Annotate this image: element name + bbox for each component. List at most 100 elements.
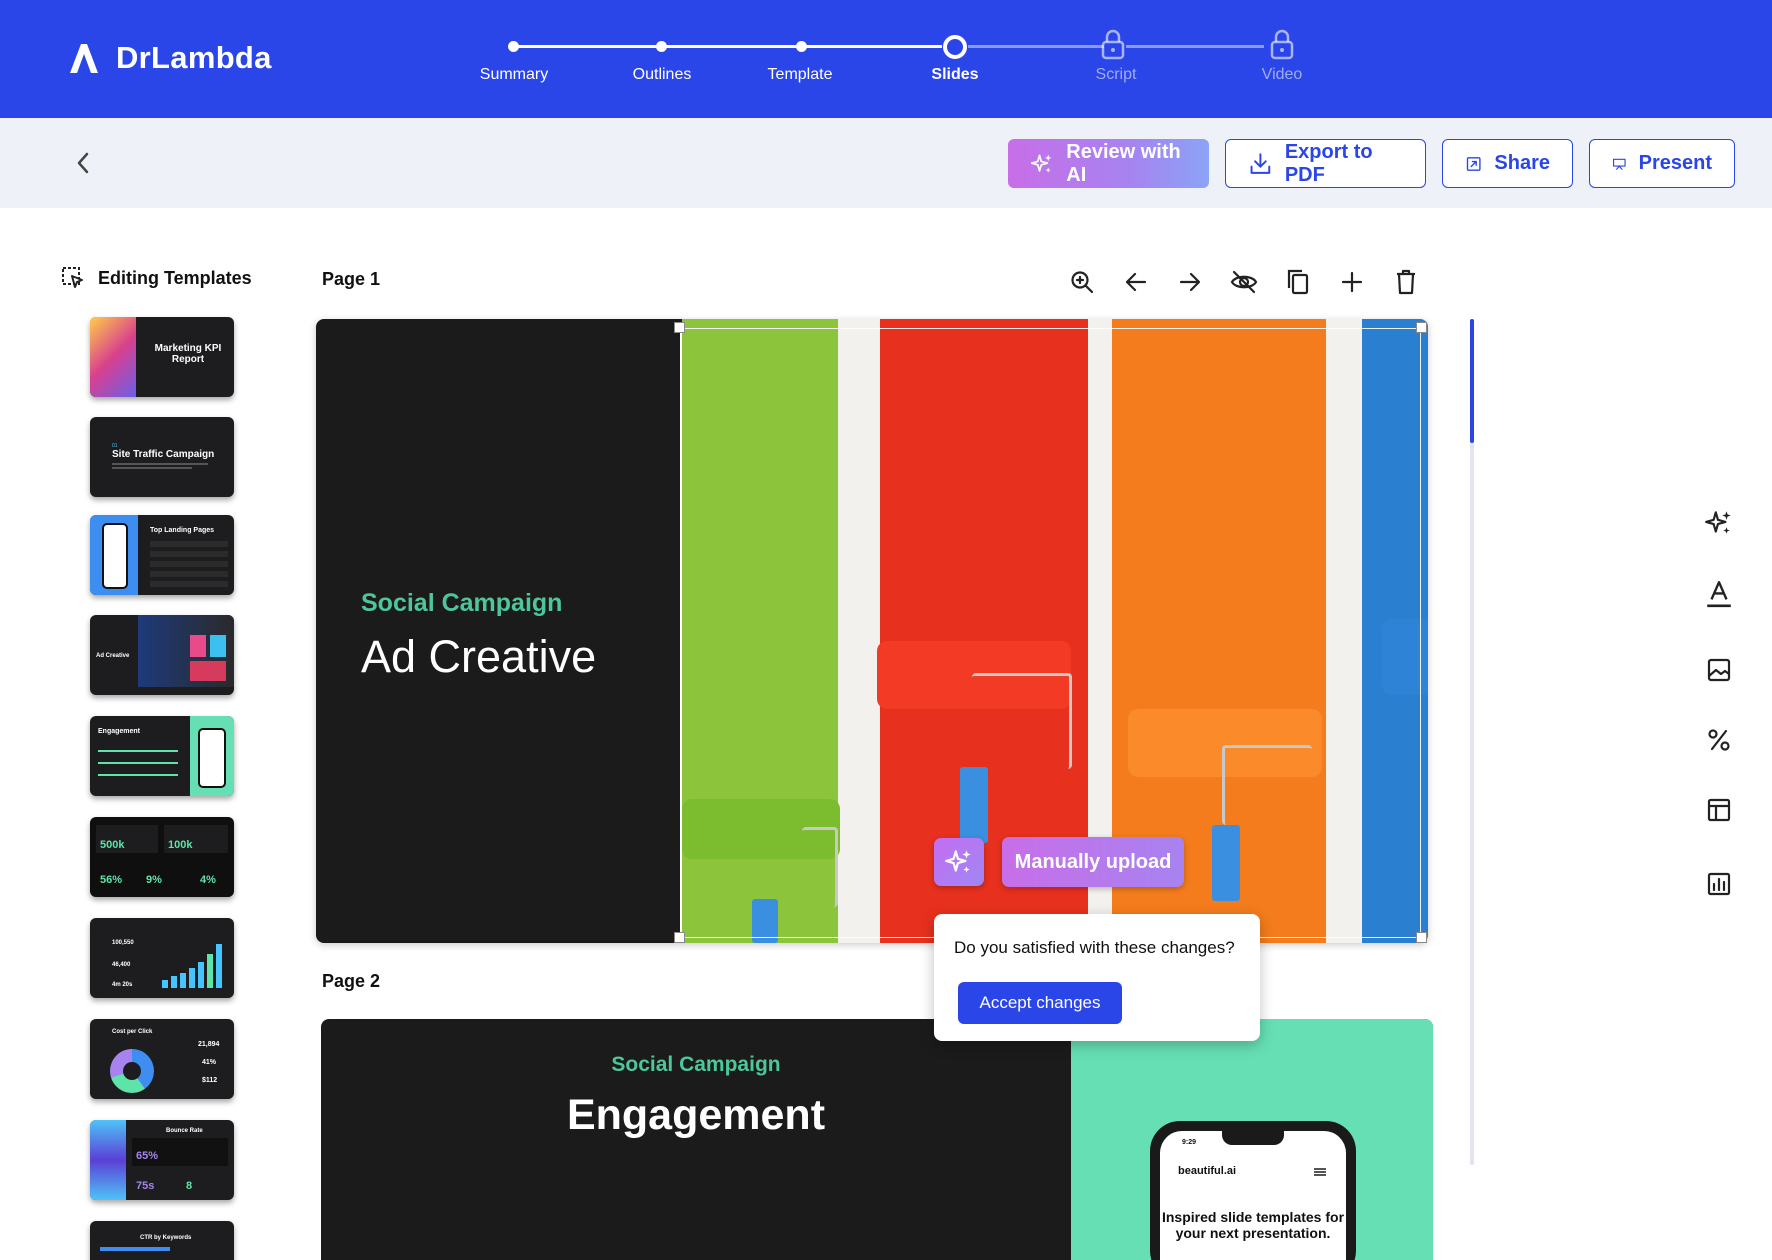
share-button[interactable]: Share [1442, 139, 1573, 188]
template-thumb-2[interactable]: 01 Site Traffic Campaign [90, 417, 234, 497]
share-label: Share [1494, 152, 1550, 174]
thumb-gradient-art [90, 317, 136, 397]
resize-handle-bottom-left[interactable] [674, 932, 685, 943]
ai-image-button[interactable] [934, 838, 984, 886]
thumb-bar [171, 976, 177, 988]
bar-chart-icon [1707, 872, 1731, 896]
delete-slide-button[interactable] [1392, 267, 1420, 297]
template-thumb-10[interactable]: CTR by Keywords [90, 1221, 234, 1260]
thumb-image-tile [190, 661, 226, 681]
template-thumb-1[interactable]: Marketing KPI Report [90, 317, 234, 397]
template-thumb-9[interactable]: Bounce Rate 65% 75s 8 [90, 1120, 234, 1200]
thumb-title: Bounce Rate [166, 1128, 203, 1134]
thumb-kpi: 8 [186, 1180, 193, 1192]
sidebar-title: Editing Templates [98, 267, 252, 288]
template-thumb-3[interactable]: Top Landing Pages [90, 515, 234, 595]
thumb-phone [102, 523, 128, 589]
canvas-scrollbar-thumb[interactable] [1470, 319, 1474, 443]
image-icon [1707, 658, 1731, 682]
review-with-ai-button[interactable]: Review with AI [1008, 139, 1209, 188]
lock-icon [1270, 29, 1294, 60]
step-connector [514, 45, 662, 48]
thumb-kpi: 9% [146, 874, 162, 886]
slide-2-title[interactable]: Engagement [321, 1091, 1071, 1140]
slide-1[interactable]: Social Campaign Ad Creative [316, 319, 1428, 943]
resize-handle-top-left[interactable] [674, 322, 685, 333]
move-left-button[interactable] [1122, 267, 1150, 297]
kpi-tool-button[interactable] [1703, 724, 1735, 756]
template-thumb-5[interactable]: Engagement [90, 716, 234, 796]
thumb-title: Engagement [98, 728, 141, 735]
slide-2-subtitle[interactable]: Social Campaign [321, 1053, 1071, 1077]
accept-changes-button[interactable]: Accept changes [958, 982, 1122, 1024]
step-connector [662, 45, 802, 48]
slide-1-title[interactable]: Ad Creative [361, 631, 596, 683]
image-crop-line[interactable] [680, 328, 682, 938]
step-label-slides[interactable]: Slides [931, 66, 978, 84]
step-label-script: Script [1095, 66, 1137, 83]
thumb-kpi: 65% [136, 1150, 159, 1162]
slide-2-green-panel: 9:29 beautiful.ai Inspired slide templat… [1071, 1019, 1433, 1260]
sparkle-icon [945, 850, 971, 873]
template-thumb-7[interactable]: 100,550 46,400 4m 20s [90, 918, 234, 998]
thumb-kpi: 56% [100, 874, 123, 886]
thumb-kpi: $112 [202, 1077, 218, 1084]
template-thumb-6[interactable]: 500k 100k 56% 9% 4% [90, 817, 234, 897]
canvas-scrollbar-track[interactable] [1470, 319, 1474, 1165]
back-button[interactable] [70, 148, 96, 178]
ai-tools-button[interactable] [1703, 507, 1735, 539]
add-slide-button[interactable] [1338, 267, 1366, 297]
roller-handle [1212, 825, 1240, 901]
step-slides-ring[interactable] [943, 35, 967, 59]
present-button[interactable]: Present [1589, 139, 1735, 188]
chart-tool-button[interactable] [1703, 868, 1735, 900]
chevron-left-icon [77, 152, 89, 174]
zoom-button[interactable] [1068, 267, 1096, 297]
arrow-right-icon [1179, 272, 1201, 292]
confirm-question: Do you satisfied with these changes? [954, 938, 1235, 957]
step-summary-dot[interactable] [508, 41, 519, 52]
sidebar-header: Editing Templates [60, 265, 252, 291]
step-label-video: Video [1261, 66, 1303, 83]
slide-2[interactable]: Social Campaign Engagement 9:29 beautifu… [321, 1019, 1433, 1260]
sparkle-icon [1030, 153, 1052, 173]
share-external-icon [1466, 156, 1481, 171]
download-icon [1250, 152, 1271, 174]
manual-upload-button[interactable]: Manually upload [1002, 837, 1184, 887]
roller-wire [802, 827, 838, 907]
template-thumb-4[interactable]: Ad Creative [90, 615, 234, 695]
hide-slide-button[interactable] [1230, 267, 1258, 297]
thumb-bar [198, 962, 204, 988]
phone-notch [1222, 1131, 1284, 1145]
action-toolbar: Review with AI Export to PDF Share Prese… [0, 118, 1772, 208]
template-thumb-8[interactable]: Cost per Click 21,894 41% $112 [90, 1019, 234, 1099]
thumb-text-line [112, 467, 192, 469]
slide-1-subtitle[interactable]: Social Campaign [361, 589, 562, 618]
move-right-button[interactable] [1176, 267, 1204, 297]
step-label-summary[interactable]: Summary [480, 66, 548, 84]
resize-handle-bottom-right[interactable] [1416, 932, 1427, 943]
thumb-kpi: 75s [136, 1180, 155, 1192]
resize-handle-top-right[interactable] [1416, 322, 1427, 333]
thumb-bar [162, 980, 168, 988]
image-tool-button[interactable] [1703, 654, 1735, 686]
step-label-template[interactable]: Template [768, 66, 833, 84]
step-template-dot[interactable] [796, 41, 807, 52]
thumb-text-line [98, 774, 178, 776]
roller-handle [960, 767, 988, 843]
step-label-outlines[interactable]: Outlines [633, 66, 692, 84]
thumb-title: Marketing KPI Report [154, 343, 222, 365]
percent-icon [1708, 729, 1730, 751]
template-select-icon [62, 267, 83, 288]
table-tool-button[interactable] [1703, 794, 1735, 826]
thumb-image-tile [190, 635, 206, 657]
text-tool-button[interactable] [1703, 578, 1735, 610]
thumb-text-line [98, 750, 178, 752]
export-pdf-button[interactable]: Export to PDF [1225, 139, 1426, 188]
present-label: Present [1638, 152, 1712, 174]
trash-icon [1397, 269, 1415, 295]
copy-icon [1287, 269, 1309, 295]
duplicate-slide-button[interactable] [1284, 267, 1312, 297]
thumb-bar [216, 944, 222, 988]
step-outlines-dot[interactable] [656, 41, 667, 52]
